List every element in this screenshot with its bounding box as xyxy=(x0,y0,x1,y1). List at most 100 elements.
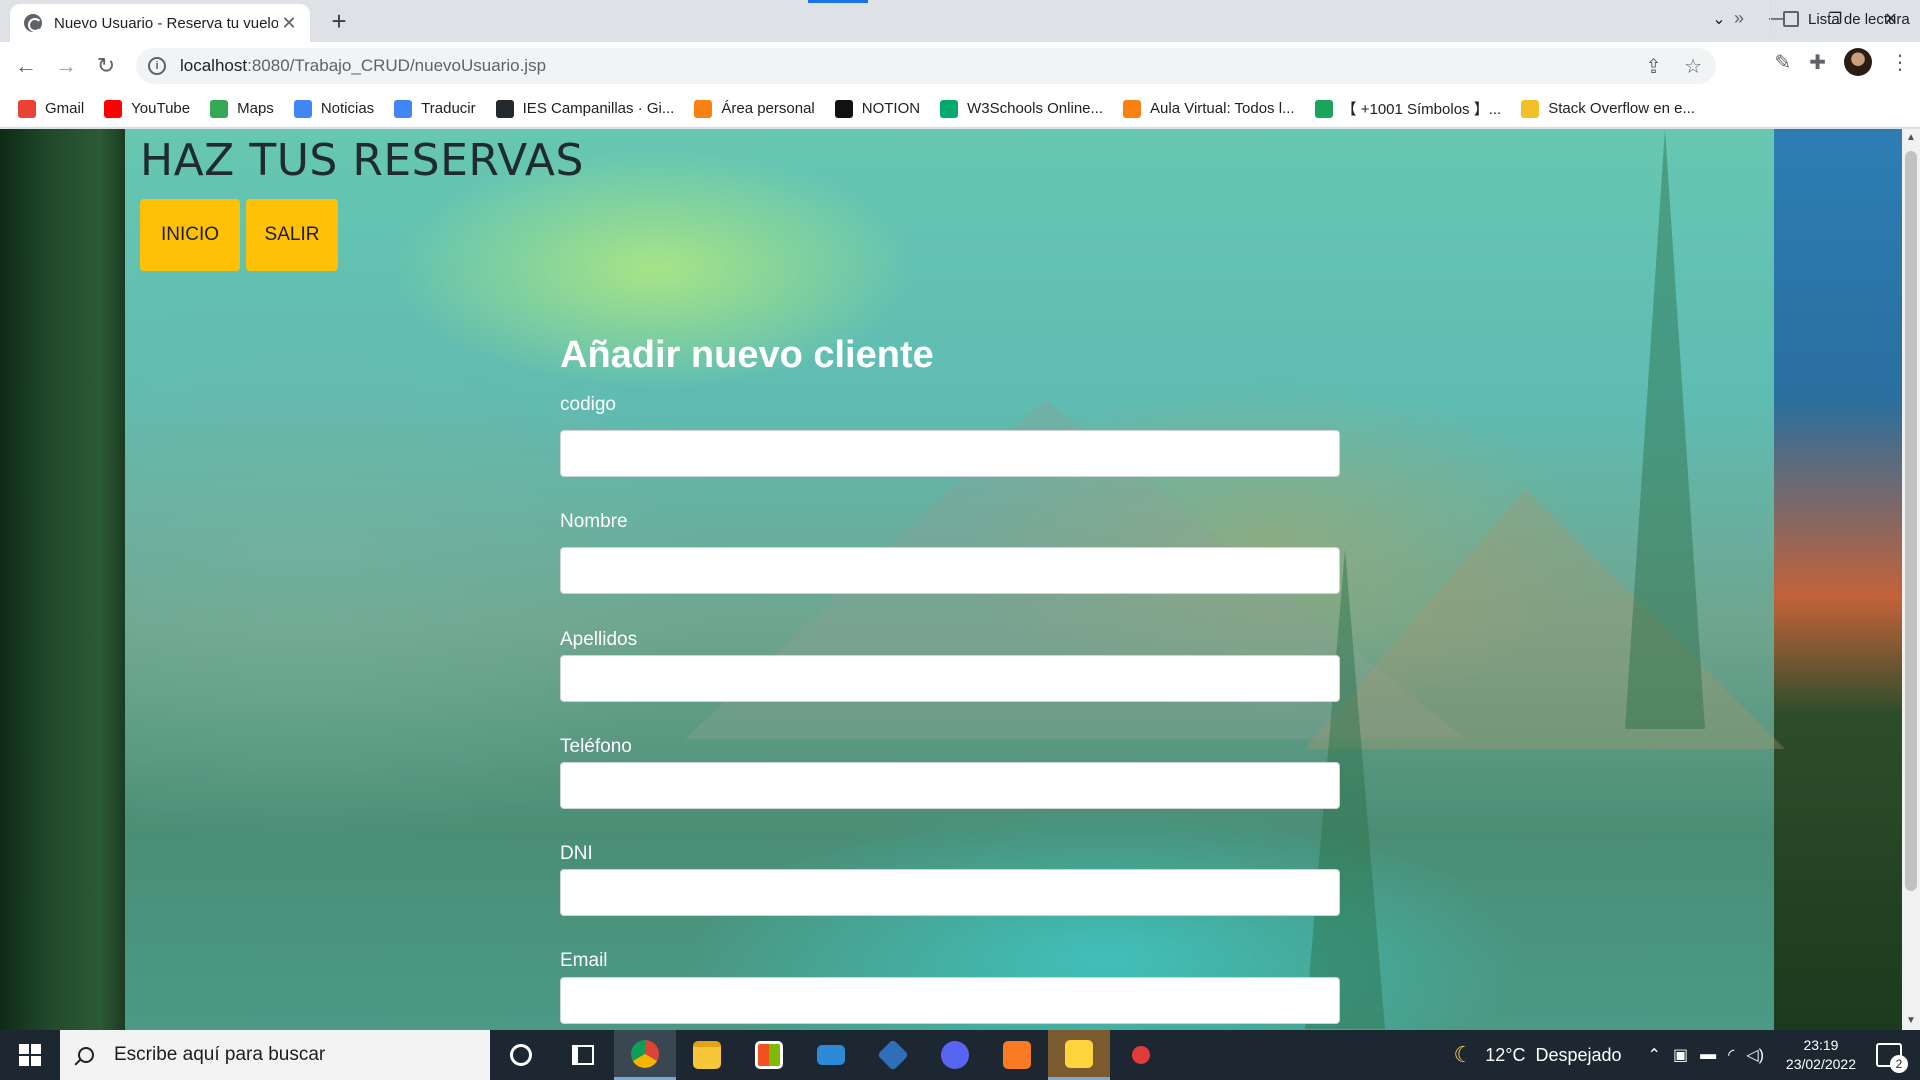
xampp-icon[interactable] xyxy=(986,1030,1048,1080)
sticky-app-icon[interactable] xyxy=(1048,1030,1110,1080)
wifi-icon[interactable]: ◜ xyxy=(1728,1045,1734,1065)
page-scrollbar[interactable]: ▲ ▼ xyxy=(1902,129,1920,1030)
mail-icon[interactable] xyxy=(800,1030,862,1080)
bookmark-label: Maps xyxy=(237,100,274,117)
reload-button[interactable]: ↻ xyxy=(86,46,126,86)
chrome-icon[interactable] xyxy=(614,1030,676,1080)
forward-button[interactable]: → xyxy=(46,46,86,86)
volume-icon[interactable]: ◁) xyxy=(1746,1045,1764,1065)
symbols-icon xyxy=(1314,99,1333,118)
page-viewport: HAZ TUS RESERVAS INICIO SALIR Añadir nue… xyxy=(0,129,1902,1030)
news-icon xyxy=(293,99,312,118)
tab-indicator xyxy=(808,0,868,3)
new-tab-button[interactable]: + xyxy=(325,8,353,36)
extensions-icon[interactable]: ✚ xyxy=(1809,50,1826,75)
clock-time: 23:19 xyxy=(1803,1037,1839,1053)
system-tray: ☾ 12°C Despejado ⌃ ▣ ▬ ◜ ◁) 23:19 23/02/… xyxy=(1454,1030,1920,1080)
youtube-icon xyxy=(104,99,123,118)
weather-temperature: 12°C xyxy=(1485,1044,1526,1065)
bookmark-item[interactable]: Noticias xyxy=(293,99,374,118)
salir-button[interactable]: SALIR xyxy=(246,199,338,271)
scroll-thumb[interactable] xyxy=(1905,151,1917,891)
meet-icon[interactable]: ▣ xyxy=(1673,1045,1688,1065)
chevron-up-icon[interactable]: ⌃ xyxy=(1648,1045,1661,1065)
start-button[interactable] xyxy=(0,1030,60,1080)
bookmark-item[interactable]: YouTube xyxy=(104,99,191,118)
tab-strip: Nuevo Usuario - Reserva tu vuelo ✕ + ⌄ —… xyxy=(0,0,1920,42)
address-bar[interactable]: i localhost:8080/Trabajo_CRUD/nuevoUsuar… xyxy=(136,48,1716,84)
codigo-input[interactable] xyxy=(560,430,1340,477)
notification-center-icon[interactable]: 2 xyxy=(1876,1043,1908,1073)
bookmarks-bar: Gmail YouTube Maps Noticias Traducir IES Camp… xyxy=(0,90,1920,128)
nombre-label: Nombre xyxy=(560,511,628,532)
bookmark-item[interactable]: Aula Virtual: Todos l... xyxy=(1123,99,1295,118)
reading-list-label: Lista de lectura xyxy=(1808,10,1910,28)
profile-avatar[interactable] xyxy=(1844,48,1872,76)
bookmark-item[interactable]: W3Schools Online... xyxy=(940,99,1103,118)
gmail-icon xyxy=(18,99,36,118)
url-path: :8080/Trabajo_CRUD/nuevoUsuario.jsp xyxy=(247,56,547,75)
background-tree xyxy=(1625,129,1705,729)
task-view-icon[interactable] xyxy=(552,1030,614,1080)
telefono-label: Teléfono xyxy=(560,736,632,757)
browser-toolbar: ← → ↻ i localhost:8080/Trabajo_CRUD/nuev… xyxy=(0,42,1920,90)
windows-logo-icon xyxy=(19,1044,41,1066)
moon-icon: ☾ xyxy=(1453,1042,1474,1067)
bookmark-item[interactable]: Stack Overflow en e... xyxy=(1521,99,1695,118)
reading-list-button[interactable]: Lista de lectura xyxy=(1770,0,1910,38)
url-text[interactable]: localhost:8080/Trabajo_CRUD/nuevoUsuario… xyxy=(180,56,546,76)
dni-input[interactable] xyxy=(560,869,1340,916)
battery-icon[interactable]: ▬ xyxy=(1700,1046,1716,1064)
nombre-input[interactable] xyxy=(560,547,1340,594)
apellidos-input[interactable] xyxy=(560,655,1340,702)
notion-icon xyxy=(834,99,853,118)
bookmark-item[interactable]: Traducir xyxy=(394,99,476,118)
inicio-button[interactable]: INICIO xyxy=(140,199,240,271)
back-button[interactable]: ← xyxy=(6,46,46,86)
menu-icon[interactable]: ⋮ xyxy=(1890,50,1910,75)
scroll-up-arrow-icon[interactable]: ▲ xyxy=(1902,129,1920,147)
virtualbox-icon[interactable] xyxy=(862,1030,924,1080)
bookmark-item[interactable]: Gmail xyxy=(18,99,85,118)
page-title: HAZ TUS RESERVAS xyxy=(140,135,584,186)
microsoft-store-icon[interactable] xyxy=(738,1030,800,1080)
bookmark-item[interactable]: Área personal xyxy=(694,99,815,118)
scroll-down-arrow-icon[interactable]: ▼ xyxy=(1902,1012,1920,1030)
eyedropper-icon[interactable]: ✎ xyxy=(1774,50,1791,75)
bookmark-label: Área personal xyxy=(721,100,815,117)
weather-widget[interactable]: ☾ 12°C Despejado xyxy=(1454,1042,1622,1068)
bookmark-item[interactable]: NOTION xyxy=(834,99,921,118)
bookmark-item[interactable]: 【 +1001 Símbolos 】... xyxy=(1314,98,1501,119)
discord-icon[interactable] xyxy=(924,1030,986,1080)
clock[interactable]: 23:19 23/02/2022 xyxy=(1786,1036,1856,1074)
share-icon[interactable]: ⇪ xyxy=(1645,54,1662,79)
site-info-icon[interactable]: i xyxy=(148,57,166,75)
maps-icon xyxy=(210,99,229,118)
email-input[interactable] xyxy=(560,977,1340,1024)
close-tab-icon[interactable]: ✕ xyxy=(278,13,300,34)
bookmark-label: Stack Overflow en e... xyxy=(1548,100,1695,117)
snipping-tool-icon[interactable] xyxy=(1110,1030,1172,1080)
bookmark-star-icon[interactable]: ☆ xyxy=(1684,54,1702,79)
bookmark-item[interactable]: IES Campanillas · Gi... xyxy=(495,99,675,118)
moodle-icon xyxy=(1123,99,1142,118)
form-title: Añadir nuevo cliente xyxy=(560,334,934,376)
browser-tab[interactable]: Nuevo Usuario - Reserva tu vuelo ✕ xyxy=(10,4,310,42)
background-forest-right xyxy=(1774,129,1902,1030)
bookmark-label: Gmail xyxy=(45,100,85,117)
taskbar-search-placeholder: Escribe aquí para buscar xyxy=(114,1044,326,1065)
bookmarks-overflow-button[interactable]: » xyxy=(1734,8,1744,29)
file-explorer-icon[interactable] xyxy=(676,1030,738,1080)
bookmark-item[interactable]: Maps xyxy=(210,99,274,118)
bookmark-label: IES Campanillas · Gi... xyxy=(522,100,675,117)
bookmark-label: Traducir xyxy=(421,100,476,117)
moodle-icon xyxy=(694,99,713,118)
telefono-input[interactable] xyxy=(560,762,1340,809)
codigo-label: codigo xyxy=(560,394,616,415)
taskbar-search[interactable]: Escribe aquí para buscar xyxy=(60,1030,490,1080)
bookmark-label: YouTube xyxy=(131,100,191,117)
bookmark-label: NOTION xyxy=(861,100,921,117)
tab-title: Nuevo Usuario - Reserva tu vuelo xyxy=(54,14,278,32)
clock-date: 23/02/2022 xyxy=(1785,1056,1856,1072)
cortana-icon[interactable] xyxy=(490,1030,552,1080)
